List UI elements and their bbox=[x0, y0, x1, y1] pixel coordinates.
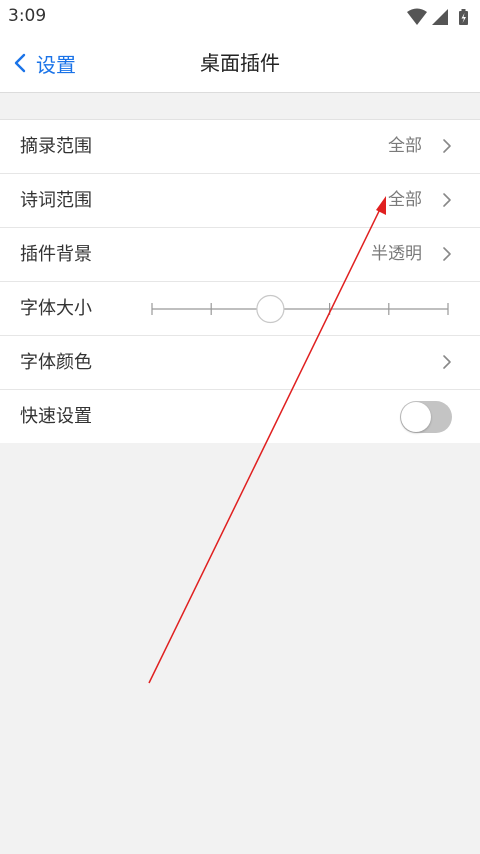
chevron-right-icon bbox=[443, 247, 451, 261]
setting-label: 摘录范围 bbox=[20, 136, 92, 157]
chevron-right-icon bbox=[443, 139, 451, 153]
slider-thumb[interactable] bbox=[256, 294, 285, 324]
setting-row-quick-settings: 快速设置 bbox=[0, 390, 480, 443]
setting-row-font-size: 字体大小 bbox=[0, 282, 480, 336]
setting-row-widget-background[interactable]: 插件背景 半透明 bbox=[0, 228, 480, 282]
status-bar: 3:09 bbox=[0, 0, 480, 34]
chevron-left-icon bbox=[14, 53, 26, 73]
setting-value: 全部 bbox=[388, 190, 422, 210]
chevron-right-icon bbox=[443, 355, 451, 369]
quick-settings-toggle[interactable] bbox=[400, 401, 452, 433]
cell-signal-icon bbox=[432, 9, 448, 25]
setting-row-excerpt-range[interactable]: 摘录范围 全部 bbox=[0, 120, 480, 174]
wifi-icon bbox=[407, 8, 427, 25]
setting-value: 全部 bbox=[388, 136, 422, 156]
back-button[interactable]: 设置 bbox=[14, 46, 76, 80]
status-time: 3:09 bbox=[8, 6, 47, 26]
settings-list: 摘录范围 全部 诗词范围 全部 插件背景 半透明 字体大小 字体颜色 快速设置 bbox=[0, 119, 480, 443]
chevron-right-icon bbox=[443, 193, 451, 207]
setting-value: 半透明 bbox=[371, 244, 422, 264]
battery-charging-icon bbox=[459, 9, 468, 25]
status-icons bbox=[406, 8, 472, 26]
setting-label: 字体大小 bbox=[20, 298, 92, 319]
back-label: 设置 bbox=[36, 52, 76, 77]
nav-bar: 设置 桌面插件 bbox=[0, 34, 480, 93]
setting-row-poem-range[interactable]: 诗词范围 全部 bbox=[0, 174, 480, 228]
toggle-knob bbox=[401, 402, 431, 432]
setting-row-font-color[interactable]: 字体颜色 bbox=[0, 336, 480, 390]
setting-label: 插件背景 bbox=[20, 244, 92, 265]
font-size-slider[interactable] bbox=[150, 294, 450, 324]
setting-label: 字体颜色 bbox=[20, 352, 92, 373]
setting-label: 诗词范围 bbox=[20, 190, 92, 211]
setting-label: 快速设置 bbox=[20, 406, 92, 427]
